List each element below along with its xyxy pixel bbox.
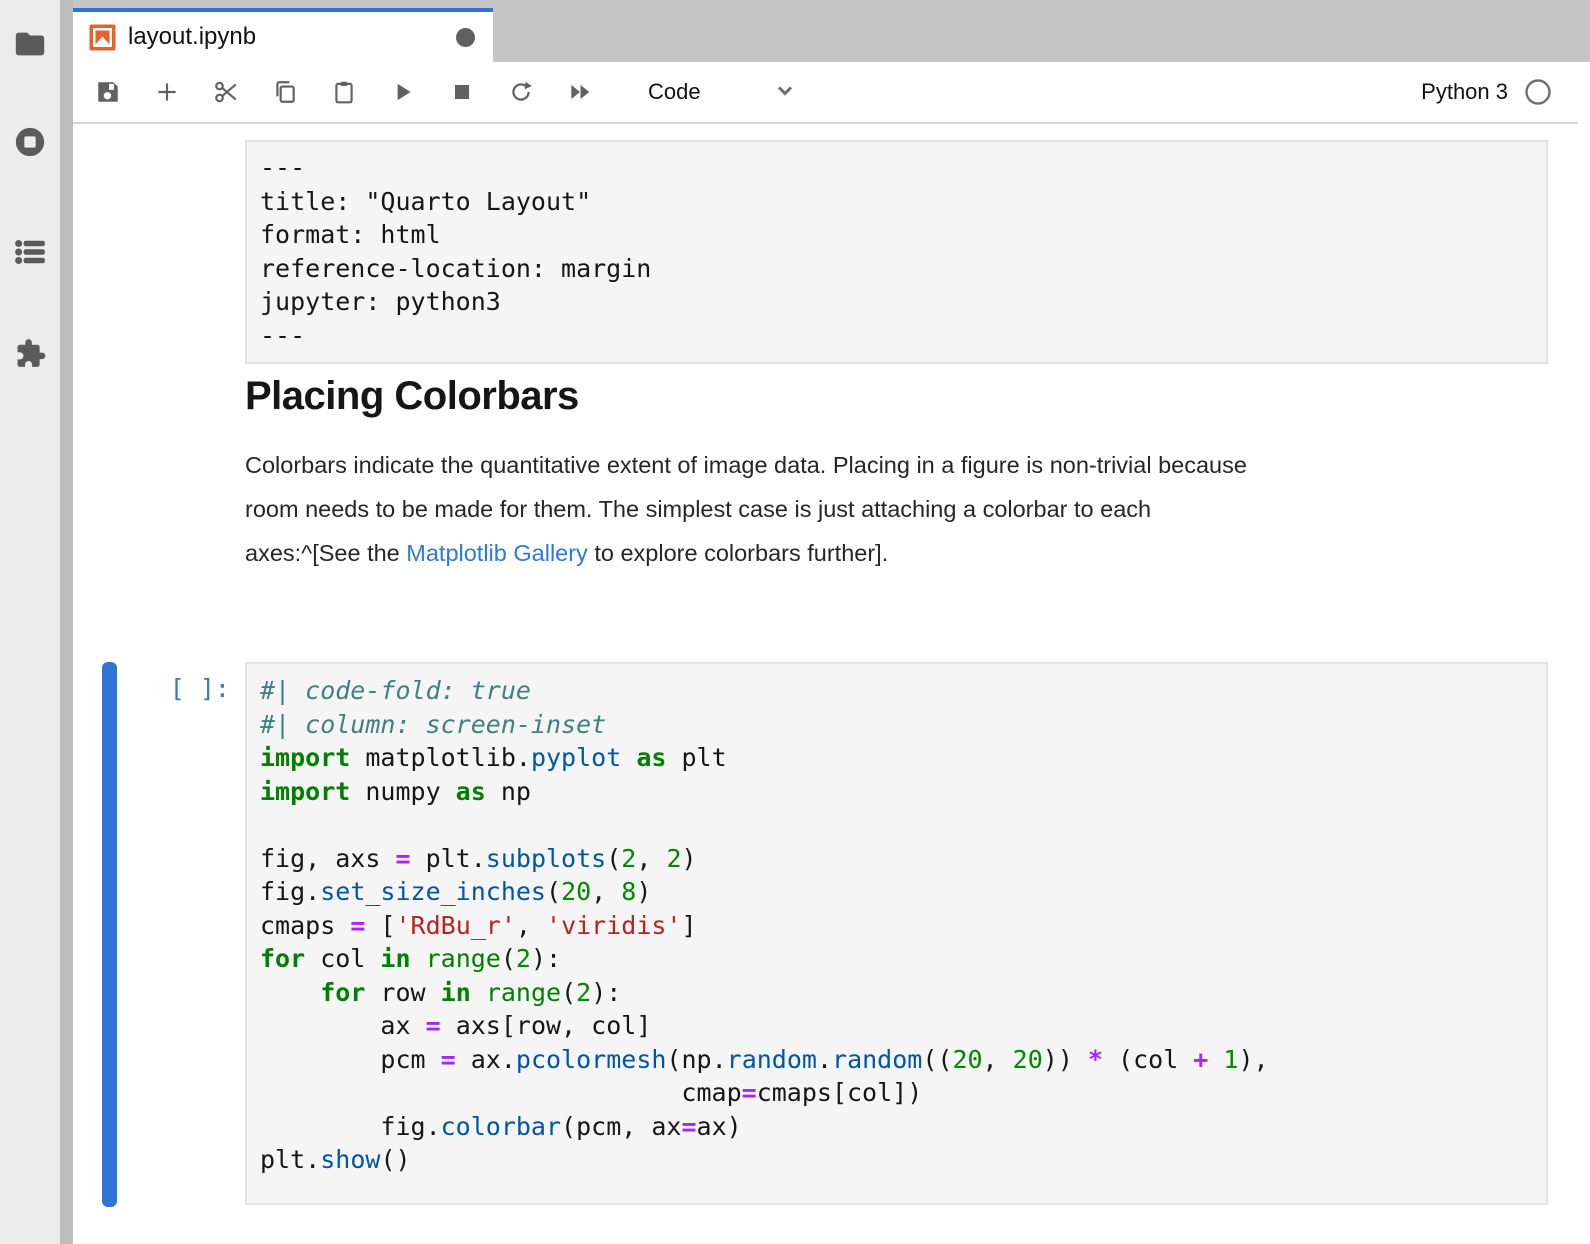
- raw-line: reference-location: margin: [260, 252, 1530, 286]
- list-icon: [13, 235, 47, 269]
- save-icon: [95, 79, 121, 105]
- copy-cell-button[interactable]: [270, 77, 300, 107]
- folder-icon: [13, 27, 47, 61]
- chevron-down-icon: [773, 78, 797, 107]
- raw-cell-editor[interactable]: ---title: "Quarto Layout"format: htmlref…: [245, 140, 1548, 364]
- cell-execution-prompt: [ ]:: [73, 674, 230, 703]
- restart-kernel-button[interactable]: [506, 77, 536, 107]
- code-line: import matplotlib.pyplot as plt: [260, 741, 1530, 775]
- interrupt-kernel-button[interactable]: [447, 77, 477, 107]
- cut-cell-button[interactable]: [211, 77, 241, 107]
- raw-line: title: "Quarto Layout": [260, 185, 1530, 219]
- code-line: [260, 808, 1530, 842]
- play-icon: [390, 79, 416, 105]
- sidebar-item-running-kernels[interactable]: [10, 122, 50, 162]
- scissors-icon: [213, 79, 239, 105]
- tab-layout-ipynb[interactable]: layout.ipynb: [73, 8, 493, 62]
- refresh-icon: [508, 79, 534, 105]
- paragraph-line1: Colorbars indicate the quantitative exte…: [245, 452, 1247, 478]
- raw-line: ---: [260, 319, 1530, 353]
- code-line: fig.set_size_inches(20, 8): [260, 875, 1530, 909]
- code-line: import numpy as np: [260, 775, 1530, 809]
- code-line: fig.colorbar(pcm, ax=ax): [260, 1110, 1530, 1144]
- unsaved-changes-dot[interactable]: [456, 28, 475, 47]
- sidebar-divider[interactable]: [60, 0, 73, 1244]
- paragraph-line2: room needs to be made for them. The simp…: [245, 496, 1151, 522]
- raw-line: format: html: [260, 218, 1530, 252]
- markdown-paragraph: Colorbars indicate the quantitative exte…: [245, 443, 1555, 575]
- kernel-indicator[interactable]: Python 3: [1421, 78, 1552, 106]
- save-button[interactable]: [93, 77, 123, 107]
- code-line: for row in range(2):: [260, 976, 1530, 1010]
- paragraph-line3-pre: axes:^[See the: [245, 540, 406, 566]
- code-line: for col in range(2):: [260, 942, 1530, 976]
- raw-line: jupyter: python3: [260, 285, 1530, 319]
- insert-cell-button[interactable]: [152, 77, 182, 107]
- restart-run-all-button[interactable]: [565, 77, 595, 107]
- activity-sidebar: [0, 0, 60, 1244]
- markdown-heading: Placing Colorbars: [245, 374, 1555, 419]
- cell-type-value: Code: [648, 79, 701, 105]
- code-cell-editor[interactable]: #| code-fold: true#| column: screen-inse…: [245, 662, 1548, 1205]
- code-line: ax = axs[row, col]: [260, 1009, 1530, 1043]
- code-line: plt.show(): [260, 1143, 1530, 1177]
- kernel-name: Python 3: [1421, 79, 1508, 105]
- copy-icon: [272, 79, 298, 105]
- code-line: cmap=cmaps[col]): [260, 1076, 1530, 1110]
- notebook-icon: [89, 24, 116, 51]
- code-line: fig, axs = plt.subplots(2, 2): [260, 842, 1530, 876]
- paste-cell-button[interactable]: [329, 77, 359, 107]
- raw-line: ---: [260, 151, 1530, 185]
- sidebar-item-table-of-contents[interactable]: [10, 232, 50, 272]
- code-line: cmaps = ['RdBu_r', 'viridis']: [260, 909, 1530, 943]
- kernel-idle-circle-icon: [1524, 78, 1552, 106]
- fast-forward-icon: [567, 79, 593, 105]
- puzzle-icon: [13, 337, 47, 371]
- sidebar-item-extension-manager[interactable]: [10, 334, 50, 374]
- paragraph-line3-post: to explore colorbars further].: [588, 540, 888, 566]
- markdown-cell[interactable]: Placing Colorbars Colorbars indicate the…: [245, 374, 1555, 575]
- stop-circle-icon: [13, 125, 47, 159]
- notebook-panel: ---title: "Quarto Layout"format: htmlref…: [73, 124, 1578, 1244]
- run-cell-button[interactable]: [388, 77, 418, 107]
- code-line: pcm = ax.pcolormesh(np.random.random((20…: [260, 1043, 1530, 1077]
- plus-icon: [154, 79, 180, 105]
- tab-title: layout.ipynb: [128, 23, 256, 51]
- stop-icon: [449, 79, 475, 105]
- sidebar-item-file-browser[interactable]: [10, 24, 50, 64]
- tab-bar: layout.ipynb: [73, 0, 1590, 62]
- clipboard-icon: [331, 79, 357, 105]
- notebook-toolbar: Code Python 3: [73, 62, 1578, 124]
- code-line: #| column: screen-inset: [260, 708, 1530, 742]
- matplotlib-gallery-link[interactable]: Matplotlib Gallery: [406, 540, 588, 566]
- cell-type-dropdown[interactable]: Code: [648, 78, 797, 107]
- code-line: #| code-fold: true: [260, 674, 1530, 708]
- active-cell-indicator-bar[interactable]: [102, 662, 117, 1207]
